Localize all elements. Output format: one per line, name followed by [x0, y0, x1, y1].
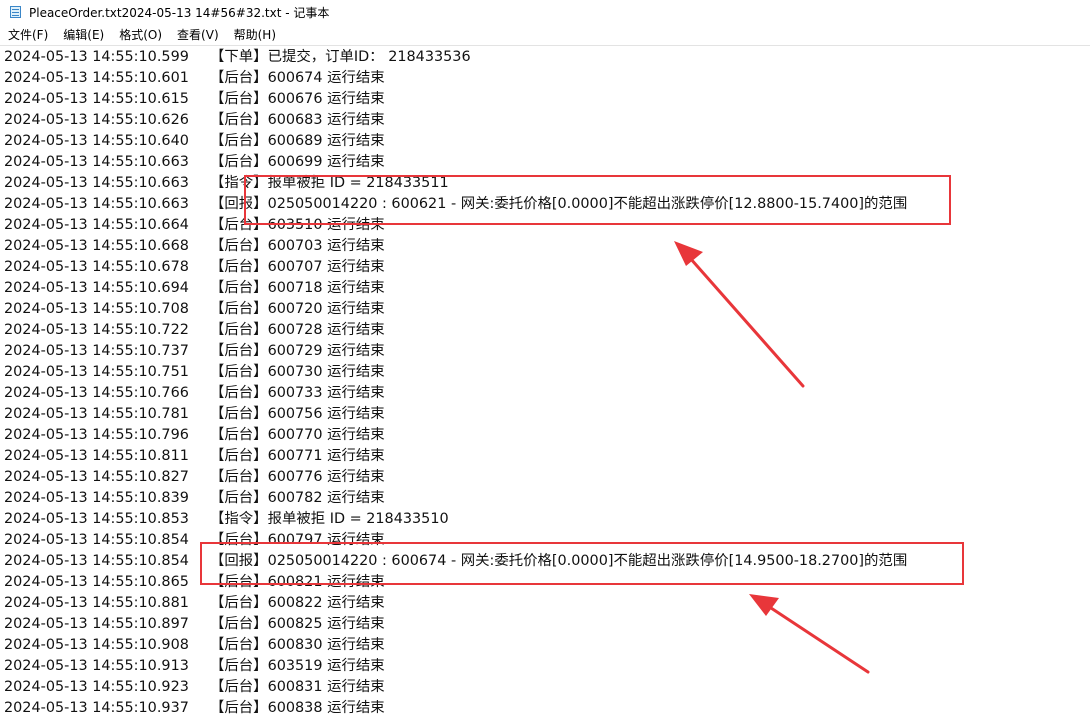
log-timestamp: 2024-05-13 14:55:10.601	[4, 70, 189, 86]
log-timestamp: 2024-05-13 14:55:10.663	[4, 175, 189, 191]
log-timestamp: 2024-05-13 14:55:10.722	[4, 322, 189, 338]
log-timestamp: 2024-05-13 14:55:10.664	[4, 217, 189, 233]
log-timestamp: 2024-05-13 14:55:10.839	[4, 490, 189, 506]
log-timestamp: 2024-05-13 14:55:10.796	[4, 427, 189, 443]
log-message: 【后台】600699 运行结束	[210, 154, 385, 170]
log-message: 【后台】600838 运行结束	[210, 700, 385, 716]
log-message: 【后台】600703 运行结束	[210, 238, 385, 254]
log-timestamp: 2024-05-13 14:55:10.615	[4, 91, 189, 107]
log-message: 【后台】600776 运行结束	[210, 469, 385, 485]
log-message: 【后台】600730 运行结束	[210, 364, 385, 380]
title-bar[interactable]: PleaceOrder.txt2024-05-13 14#56#32.txt -…	[0, 0, 1090, 24]
log-timestamp: 2024-05-13 14:55:10.668	[4, 238, 189, 254]
notepad-window: PleaceOrder.txt2024-05-13 14#56#32.txt -…	[0, 0, 1090, 718]
window-title: PleaceOrder.txt2024-05-13 14#56#32.txt -…	[29, 5, 330, 20]
log-message: 【后台】600720 运行结束	[210, 301, 385, 317]
log-timestamp: 2024-05-13 14:55:10.853	[4, 511, 189, 527]
log-message: 【后台】600707 运行结束	[210, 259, 385, 275]
log-message: 【指令】报单被拒 ID = 218433511	[210, 175, 449, 191]
log-timestamp: 2024-05-13 14:55:10.766	[4, 385, 189, 401]
log-timestamp: 2024-05-13 14:55:10.913	[4, 658, 189, 674]
log-message: 【后台】600729 运行结束	[210, 343, 385, 359]
log-timestamp: 2024-05-13 14:55:10.854	[4, 553, 189, 569]
log-timestamp: 2024-05-13 14:55:10.923	[4, 679, 189, 695]
log-message: 【后台】600831 运行结束	[210, 679, 385, 695]
log-message: 【后台】600689 运行结束	[210, 133, 385, 149]
log-timestamp: 2024-05-13 14:55:10.708	[4, 301, 189, 317]
log-message: 【后台】600676 运行结束	[210, 91, 385, 107]
log-message: 【回报】025050014220 : 600674 - 网关:委托价格[0.00…	[210, 553, 908, 569]
log-timestamp: 2024-05-13 14:55:10.663	[4, 154, 189, 170]
log-message: 【后台】600674 运行结束	[210, 70, 385, 86]
log-message: 【后台】600797 运行结束	[210, 532, 385, 548]
log-message: 【指令】报单被拒 ID = 218433510	[210, 511, 449, 527]
log-timestamp: 2024-05-13 14:55:10.599	[4, 49, 189, 65]
log-message: 【后台】600830 运行结束	[210, 637, 385, 653]
log-message: 【后台】600782 运行结束	[210, 490, 385, 506]
menu-help[interactable]: 帮助(H)	[226, 25, 283, 45]
menu-view[interactable]: 查看(V)	[169, 25, 226, 45]
log-message: 【后台】603519 运行结束	[210, 658, 385, 674]
menu-file[interactable]: 文件(F)	[0, 25, 55, 45]
log-timestamp: 2024-05-13 14:55:10.626	[4, 112, 189, 128]
log-timestamp: 2024-05-13 14:55:10.663	[4, 196, 189, 212]
log-message: 【后台】600770 运行结束	[210, 427, 385, 443]
notepad-icon	[9, 5, 23, 19]
log-timestamp: 2024-05-13 14:55:10.897	[4, 616, 189, 632]
log-timestamp: 2024-05-13 14:55:10.751	[4, 364, 189, 380]
log-timestamp: 2024-05-13 14:55:10.827	[4, 469, 189, 485]
log-message: 【后台】600718 运行结束	[210, 280, 385, 296]
log-timestamp: 2024-05-13 14:55:10.937	[4, 700, 189, 716]
log-message: 【回报】025050014220 : 600621 - 网关:委托价格[0.00…	[210, 196, 908, 212]
log-message: 【后台】600756 运行结束	[210, 406, 385, 422]
text-editor-area[interactable]: 2024-05-13 14:55:10.599 【下单】已提交，订单ID： 218…	[0, 46, 1090, 718]
log-message: 【后台】600771 运行结束	[210, 448, 385, 464]
log-message: 【后台】600683 运行结束	[210, 112, 385, 128]
log-message: 【后台】603510 运行结束	[210, 217, 385, 233]
log-timestamp: 2024-05-13 14:55:10.781	[4, 406, 189, 422]
log-message: 【下单】已提交，订单ID： 218433536	[210, 49, 471, 65]
log-message: 【后台】600821 运行结束	[210, 574, 385, 590]
log-timestamp: 2024-05-13 14:55:10.811	[4, 448, 189, 464]
log-message: 【后台】600733 运行结束	[210, 385, 385, 401]
log-message: 【后台】600822 运行结束	[210, 595, 385, 611]
menu-bar: 文件(F) 编辑(E) 格式(O) 查看(V) 帮助(H)	[0, 25, 1090, 45]
log-timestamp: 2024-05-13 14:55:10.640	[4, 133, 189, 149]
log-message: 【后台】600728 运行结束	[210, 322, 385, 338]
log-message: 【后台】600825 运行结束	[210, 616, 385, 632]
log-timestamp: 2024-05-13 14:55:10.908	[4, 637, 189, 653]
log-timestamp: 2024-05-13 14:55:10.737	[4, 343, 189, 359]
log-timestamp: 2024-05-13 14:55:10.865	[4, 574, 189, 590]
log-timestamp: 2024-05-13 14:55:10.694	[4, 280, 189, 296]
menu-format[interactable]: 格式(O)	[111, 25, 169, 45]
menu-edit[interactable]: 编辑(E)	[55, 25, 111, 45]
log-timestamp: 2024-05-13 14:55:10.881	[4, 595, 189, 611]
log-timestamp: 2024-05-13 14:55:10.678	[4, 259, 189, 275]
log-timestamp: 2024-05-13 14:55:10.854	[4, 532, 189, 548]
